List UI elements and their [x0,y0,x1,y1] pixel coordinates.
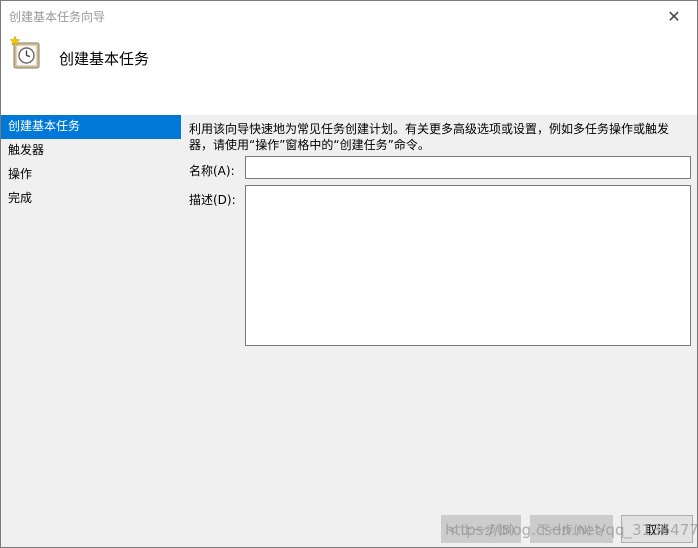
title-bar: 创建基本任务向导 ✕ [1,1,697,31]
nav-step-trigger[interactable]: 触发器 [1,139,181,163]
wizard-content: 利用该向导快速地为常见任务创建计划。有关更多高级选项或设置，例如多任务操作或触发… [181,115,697,515]
cancel-button[interactable]: 取消 [621,515,693,543]
back-button[interactable]: < 上一步(B) [441,515,521,543]
wizard-steps-nav: 创建基本任务 触发器 操作 完成 [1,115,181,515]
wizard-description: 利用该向导快速地为常见任务创建计划。有关更多高级选项或设置，例如多任务操作或触发… [189,122,670,152]
close-icon: ✕ [667,6,681,26]
page-heading: 创建基本任务 [59,50,150,68]
nav-step-action[interactable]: 操作 [1,163,181,187]
description-textarea[interactable] [245,185,691,346]
nav-step-finish[interactable]: 完成 [1,187,181,211]
description-label: 描述(D): [189,193,236,207]
next-button[interactable]: 下一步(N) > [530,515,613,543]
close-button[interactable]: ✕ [651,1,697,31]
name-input[interactable] [245,156,691,179]
scheduled-task-clock-icon [9,36,40,69]
name-label: 名称(A): [189,164,235,178]
wizard-header: 创建基本任务 [1,31,697,115]
nav-step-create-basic-task[interactable]: 创建基本任务 [1,115,181,139]
window-title: 创建基本任务向导 [9,10,106,24]
wizard-window: 创建基本任务向导 ✕ 创建基本任务 创建基本任务 触发器 操作 完成 利用该向导… [0,0,698,548]
